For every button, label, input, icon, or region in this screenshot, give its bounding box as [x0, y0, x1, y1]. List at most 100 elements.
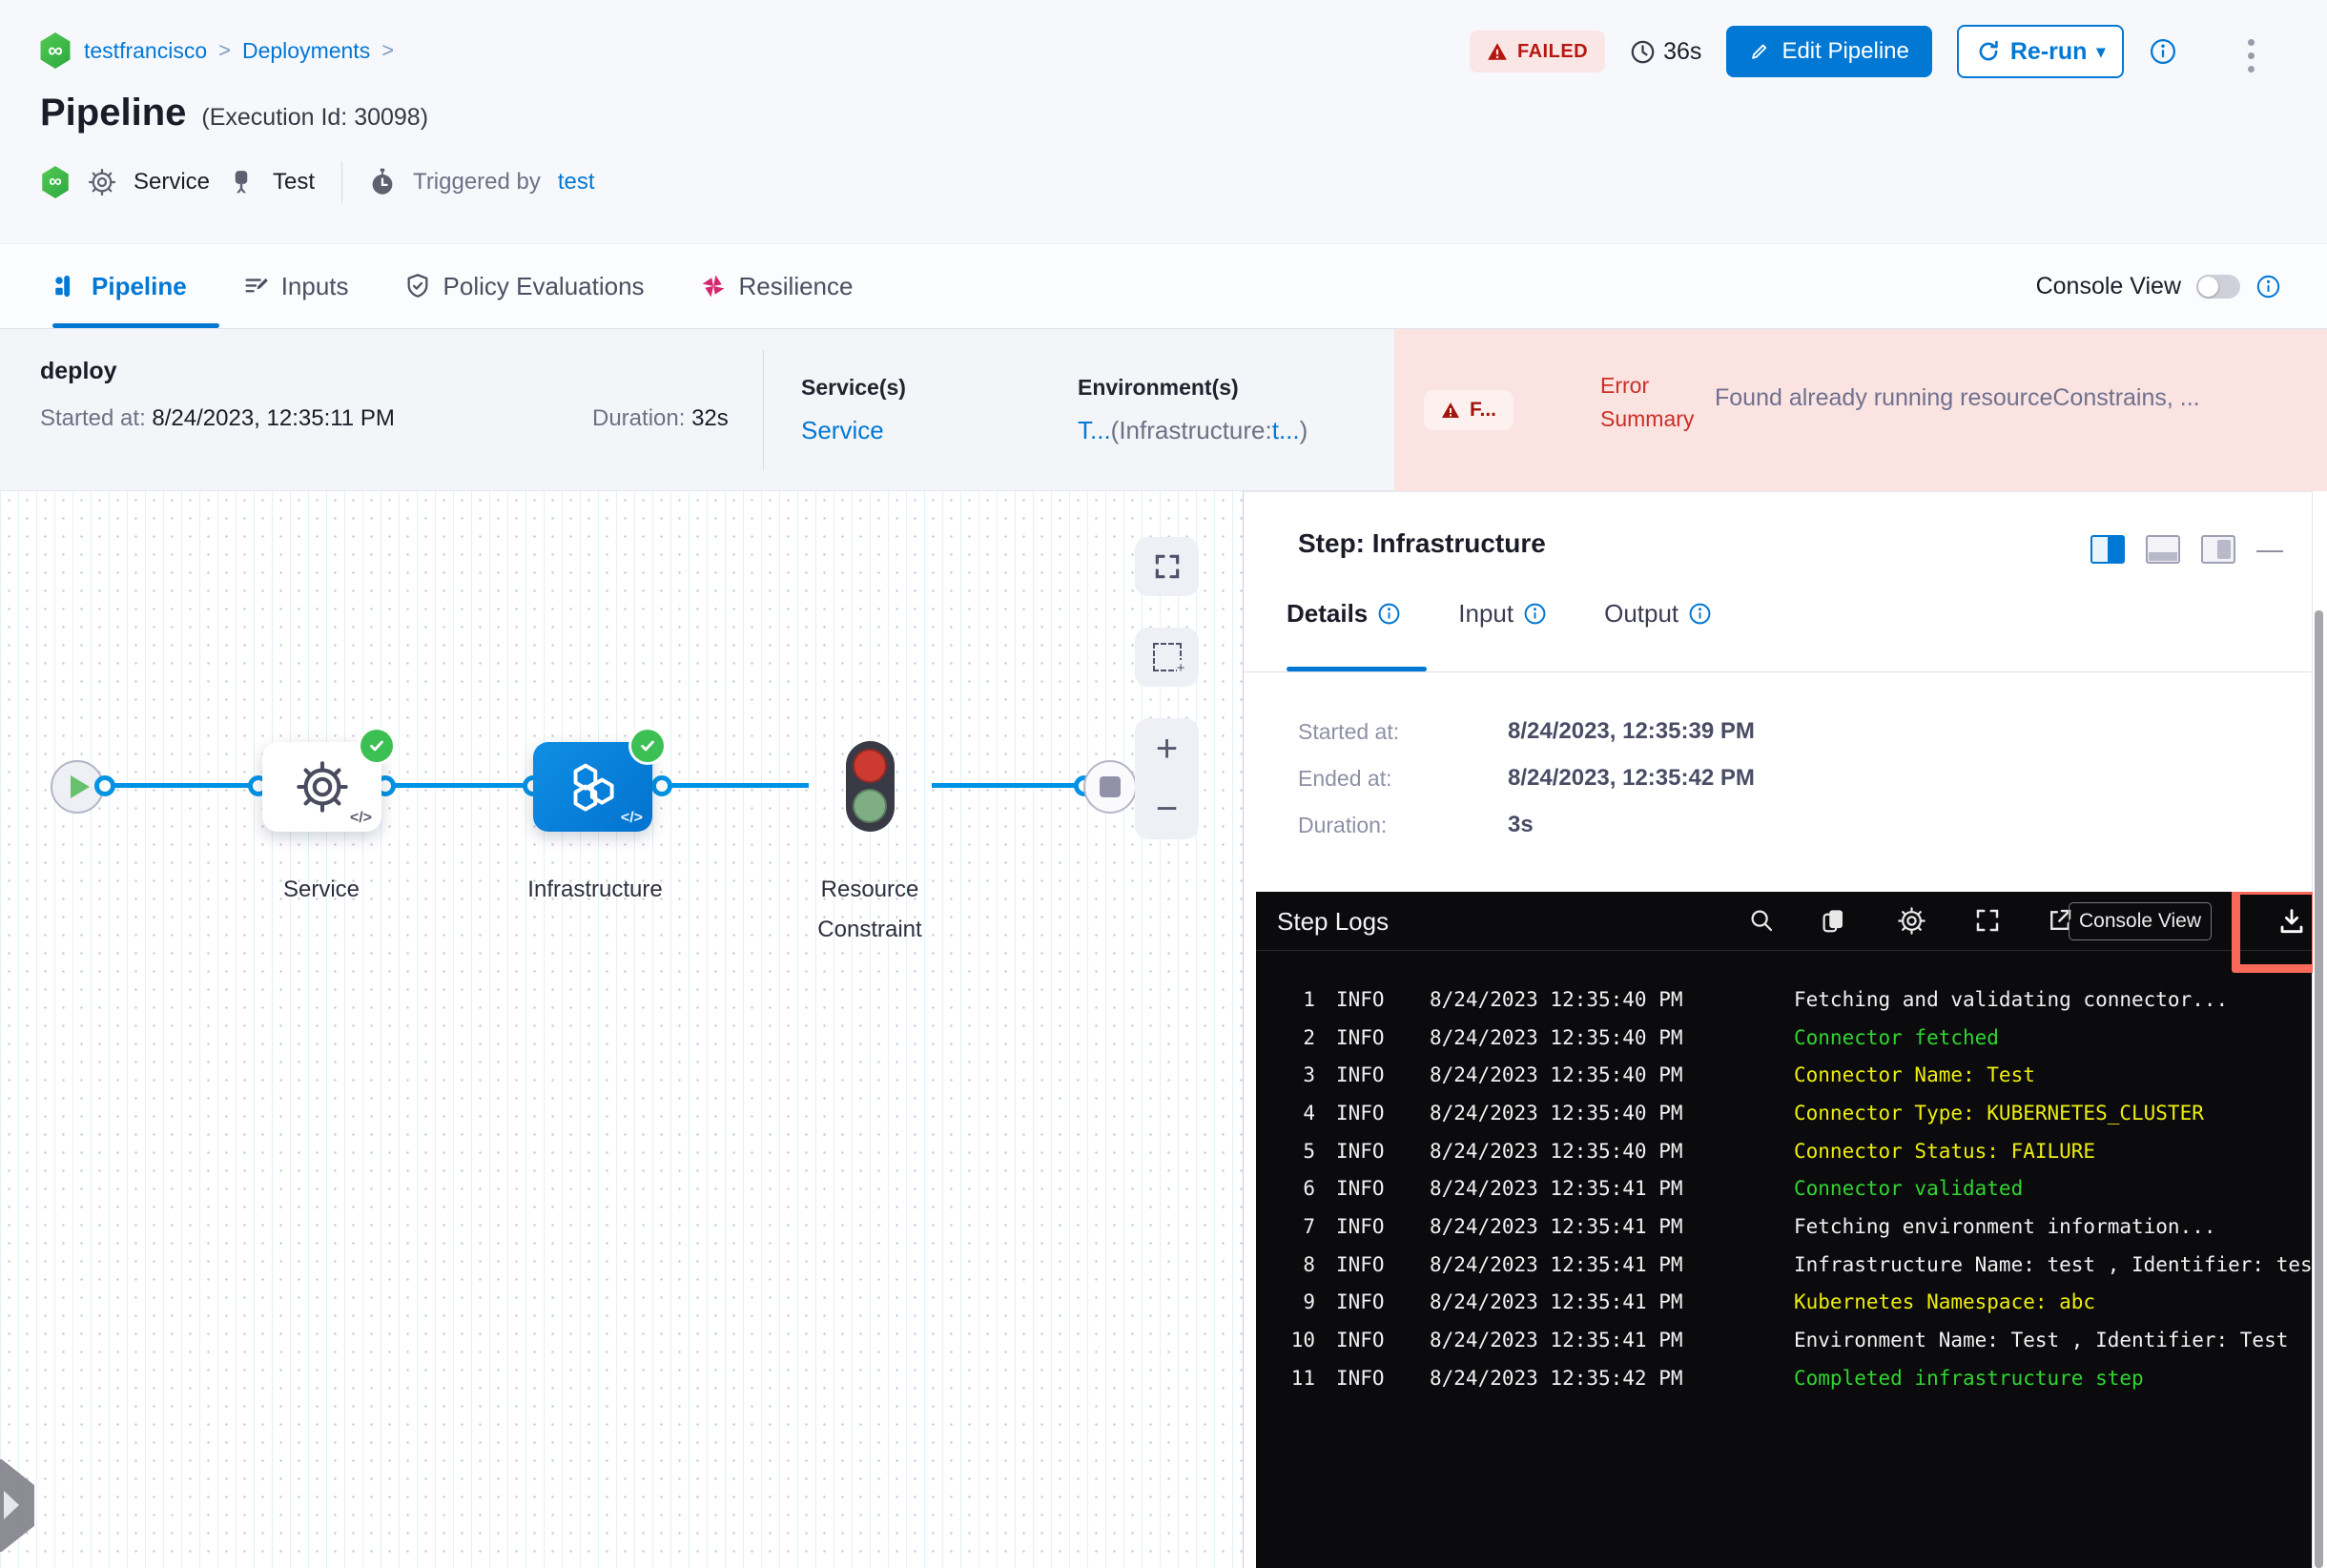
log-timestamp: 8/24/2023 12:35:41 PM — [1430, 1290, 1683, 1314]
log-timestamp: 8/24/2023 12:35:41 PM — [1430, 1329, 1683, 1352]
log-level: INFO — [1336, 1139, 1385, 1163]
log-timestamp: 8/24/2023 12:35:42 PM — [1430, 1366, 1683, 1390]
rerun-button[interactable]: Re-run ▾ — [1956, 25, 2125, 78]
stage-started: Started at: 8/24/2023, 12:35:11 PM — [40, 405, 395, 431]
trigger-user-link[interactable]: test — [558, 169, 595, 196]
log-line-number: 1 — [1303, 987, 1315, 1011]
node-resource-constraint[interactable] — [846, 741, 895, 832]
detail-value: 8/24/2023, 12:35:39 PM — [1508, 718, 1755, 744]
gear-icon — [88, 168, 116, 196]
harness-logo-icon: ∞ — [42, 166, 69, 198]
layout-minimized-view-button[interactable] — [2201, 535, 2235, 564]
console-view-toggle[interactable] — [2196, 274, 2240, 299]
log-message: Completed infrastructure step — [1794, 1366, 2144, 1390]
node-infrastructure[interactable]: </> — [533, 730, 664, 832]
log-line-number: 11 — [1290, 1366, 1315, 1390]
canvas-select-button[interactable]: + — [1135, 628, 1199, 687]
detail-value: 3s — [1508, 812, 1534, 837]
tab-resilience[interactable]: Resilience — [700, 272, 853, 301]
log-line: 8 INFO 8/24/2023 12:35:41 PM Infrastruct… — [1256, 1246, 2313, 1284]
minimize-panel-button[interactable]: — — [2256, 536, 2283, 563]
tab-policy-evaluations[interactable]: Policy Evaluations — [404, 272, 645, 301]
node-service[interactable]: </> — [262, 730, 393, 832]
tab-output[interactable]: Output — [1604, 599, 1712, 629]
info-icon — [1378, 603, 1400, 625]
log-level: INFO — [1336, 1329, 1385, 1352]
copy-icon[interactable] — [1819, 906, 1847, 935]
console-view-button[interactable]: Console View — [2069, 902, 2212, 940]
log-level: INFO — [1336, 1025, 1385, 1049]
panel-layout-switcher: — — [2090, 535, 2283, 564]
fullscreen-icon — [1155, 554, 1179, 579]
environment-name: Test — [273, 169, 316, 195]
scrollbar-track — [2312, 491, 2327, 1568]
edit-pipeline-button[interactable]: Edit Pipeline — [1726, 26, 1932, 77]
chevron-right-icon: > — [381, 38, 395, 62]
log-line: 10 INFO 8/24/2023 12:35:41 PM Environmen… — [1256, 1321, 2313, 1359]
log-message: Connector Name: Test — [1794, 1063, 2035, 1087]
log-line: 6 INFO 8/24/2023 12:35:41 PM Connector v… — [1256, 1169, 2313, 1207]
gear-icon[interactable] — [1897, 906, 1926, 936]
stop-icon — [1100, 776, 1121, 797]
log-timestamp: 8/24/2023 12:35:40 PM — [1430, 987, 1683, 1011]
zoom-out-button[interactable]: − — [1156, 790, 1178, 828]
app-root: ∞ testfrancisco > Deployments > FAILED 3… — [0, 0, 2327, 1568]
scrollbar-thumb[interactable] — [2315, 610, 2323, 1568]
gear-icon — [296, 761, 348, 813]
tab-details[interactable]: Details — [1287, 599, 1401, 629]
console-view-label: Console View — [2035, 272, 2181, 299]
log-line: 2 INFO 8/24/2023 12:35:40 PM Connector f… — [1256, 1019, 2313, 1057]
log-line-number: 7 — [1303, 1214, 1315, 1238]
step-panel-title: Step: Infrastructure — [1298, 528, 1546, 558]
breadcrumb-project[interactable]: testfrancisco — [84, 38, 207, 64]
pencil-icon — [1752, 44, 1767, 59]
log-line: 1 INFO 8/24/2023 12:35:40 PM Fetching an… — [1256, 980, 2313, 1019]
stopwatch-icon — [372, 168, 393, 195]
fullscreen-icon[interactable] — [1973, 906, 2002, 935]
detail-label: Ended at: — [1298, 766, 1392, 791]
download-logs-icon[interactable] — [2276, 906, 2307, 937]
log-message: Connector Status: FAILURE — [1794, 1139, 2096, 1163]
service-link[interactable]: Service — [801, 416, 906, 445]
log-level: INFO — [1336, 1177, 1385, 1201]
log-line-number: 9 — [1303, 1290, 1315, 1314]
log-lines[interactable]: 1 INFO 8/24/2023 12:35:40 PM Fetching an… — [1256, 980, 2313, 1397]
log-line: 7 INFO 8/24/2023 12:35:41 PM Fetching en… — [1256, 1207, 2313, 1246]
pipeline-canvas[interactable]: </> </> Service Infrastructure Resource … — [0, 491, 1243, 1568]
shield-check-icon — [407, 274, 427, 298]
search-icon[interactable] — [1747, 906, 1776, 935]
warning-triangle-icon — [1488, 43, 1507, 60]
log-message: Fetching and validating connector... — [1794, 987, 2229, 1011]
step-logs-panel: Step Logs Console View 1 INFO 8/24/2023 … — [1256, 892, 2313, 1568]
more-options-menu[interactable] — [2241, 34, 2260, 76]
step-details-panel: Step: Infrastructure — Details Input Out… — [1243, 491, 2327, 1568]
success-check-badge — [360, 730, 393, 762]
zoom-in-button[interactable]: + — [1156, 730, 1178, 768]
chevron-right-icon: > — [218, 38, 231, 62]
stage-summary-bar: deploy Started at: 8/24/2023, 12:35:11 P… — [0, 329, 2327, 491]
canvas-fullscreen-button[interactable] — [1135, 537, 1199, 596]
breadcrumb-deployments[interactable]: Deployments — [242, 38, 370, 64]
tab-bar: Pipeline Inputs Policy Evaluations Resil… — [0, 243, 2327, 329]
layout-bottom-view-button[interactable] — [2146, 535, 2180, 564]
end-node — [1083, 760, 1137, 814]
error-summary-text: Found already running resourceConstrains… — [1715, 384, 2200, 411]
environment-link[interactable]: T...(Infrastructure:t...) — [1078, 416, 1308, 445]
left-panel-expander[interactable] — [0, 1459, 34, 1552]
info-icon[interactable] — [2255, 274, 2281, 299]
info-icon[interactable] — [2149, 37, 2177, 66]
tab-inputs[interactable]: Inputs — [242, 272, 349, 301]
tab-input[interactable]: Input — [1458, 599, 1547, 629]
resilience-icon — [702, 275, 724, 298]
stage-name: deploy — [40, 358, 117, 384]
expand-arrow-icon — [4, 1491, 19, 1519]
log-line: 9 INFO 8/24/2023 12:35:41 PM Kubernetes … — [1256, 1284, 2313, 1322]
log-level: INFO — [1336, 1290, 1385, 1314]
tab-pipeline[interactable]: Pipeline — [52, 272, 187, 301]
play-icon — [71, 775, 90, 798]
layout-right-view-button[interactable] — [2090, 535, 2125, 564]
log-level: INFO — [1336, 1101, 1385, 1124]
pipeline-icon — [55, 275, 71, 298]
log-message: Connector Type: KUBERNETES_CLUSTER — [1794, 1101, 2204, 1124]
error-summary-label: Error Summary — [1600, 373, 1695, 431]
